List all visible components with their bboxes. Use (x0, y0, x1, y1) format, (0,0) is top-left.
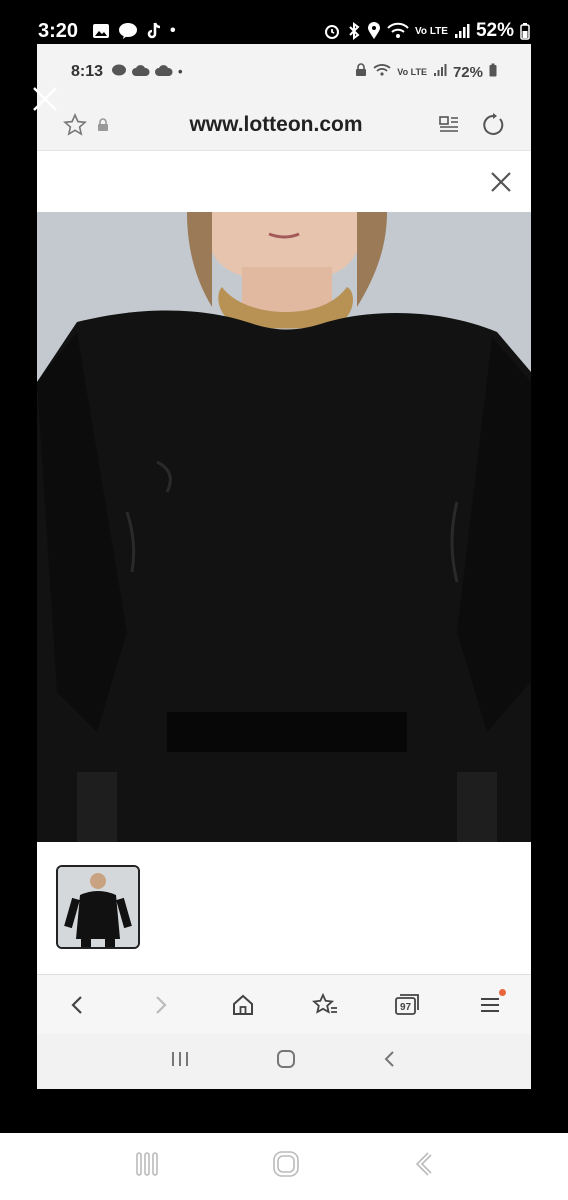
tabs-icon[interactable]: 97 (387, 985, 427, 1025)
forward-icon[interactable] (140, 985, 180, 1025)
home-button-icon[interactable] (275, 1048, 297, 1075)
talk-icon (118, 22, 138, 40)
volte-label: Vo LTE (397, 67, 427, 77)
recents-icon[interactable] (133, 1151, 161, 1182)
secure-lock-icon (89, 111, 117, 139)
menu-icon[interactable] (470, 985, 510, 1025)
inner-battery-percent: 72% (452, 63, 483, 81)
outer-system-nav (0, 1133, 568, 1200)
volte-label: Vo LTE (415, 25, 448, 37)
signal-icon (433, 63, 447, 81)
alarm-icon (323, 22, 341, 40)
home-icon[interactable] (223, 985, 263, 1025)
thumbnail-strip (37, 842, 531, 974)
url-bar: www.lotteon.com (37, 100, 531, 150)
weather-icon (155, 64, 173, 81)
inner-system-nav (37, 1034, 531, 1089)
battery-icon (520, 22, 530, 40)
reader-mode-icon[interactable] (435, 111, 463, 139)
inner-screenshot: 8:13 • Vo LTE 72% www.lotteon.com 97 (37, 44, 531, 1089)
wifi-icon (387, 22, 409, 40)
inner-status-bar: 8:13 • Vo LTE 72% (37, 44, 531, 100)
outer-notification-icons: • (92, 22, 176, 40)
outer-system-icons: Vo LTE 52% (323, 20, 530, 42)
notification-dot (498, 988, 506, 996)
system-back-icon[interactable] (411, 1150, 435, 1183)
outer-status-time: 3:20 (38, 19, 79, 42)
image-viewer-header (37, 150, 531, 212)
product-image (37, 212, 531, 842)
inner-system-icons: Vo LTE 72% (355, 63, 497, 81)
cloud-icon (132, 64, 150, 81)
bluetooth-icon (347, 22, 361, 40)
reload-icon[interactable] (479, 111, 507, 139)
wifi-icon (373, 63, 391, 81)
signal-icon (454, 23, 470, 39)
bookmark-star-icon[interactable] (61, 111, 89, 139)
tab-count: 97 (400, 1002, 412, 1013)
lock-icon (355, 63, 367, 81)
product-thumbnail[interactable] (56, 865, 140, 949)
back-icon[interactable] (58, 985, 98, 1025)
battery-icon (489, 63, 497, 81)
close-viewer-icon[interactable] (487, 168, 515, 196)
outer-battery-percent: 52% (475, 20, 514, 41)
chat-icon (111, 64, 127, 81)
dot-icon: • (170, 22, 176, 39)
bookmarks-icon[interactable] (305, 985, 345, 1025)
location-icon (367, 22, 381, 40)
gallery-icon (92, 23, 110, 39)
browser-bottom-nav: 97 (37, 974, 531, 1034)
home-button-icon[interactable] (271, 1149, 301, 1184)
dot-icon: • (178, 63, 183, 79)
inner-status-time: 8:13 (71, 63, 104, 80)
system-back-icon[interactable] (381, 1049, 399, 1074)
recents-icon[interactable] (169, 1049, 191, 1074)
tiktok-icon (146, 22, 162, 40)
close-icon[interactable] (30, 84, 60, 114)
inner-notification-icons: • (111, 64, 183, 81)
url-text[interactable]: www.lotteon.com (117, 113, 435, 137)
